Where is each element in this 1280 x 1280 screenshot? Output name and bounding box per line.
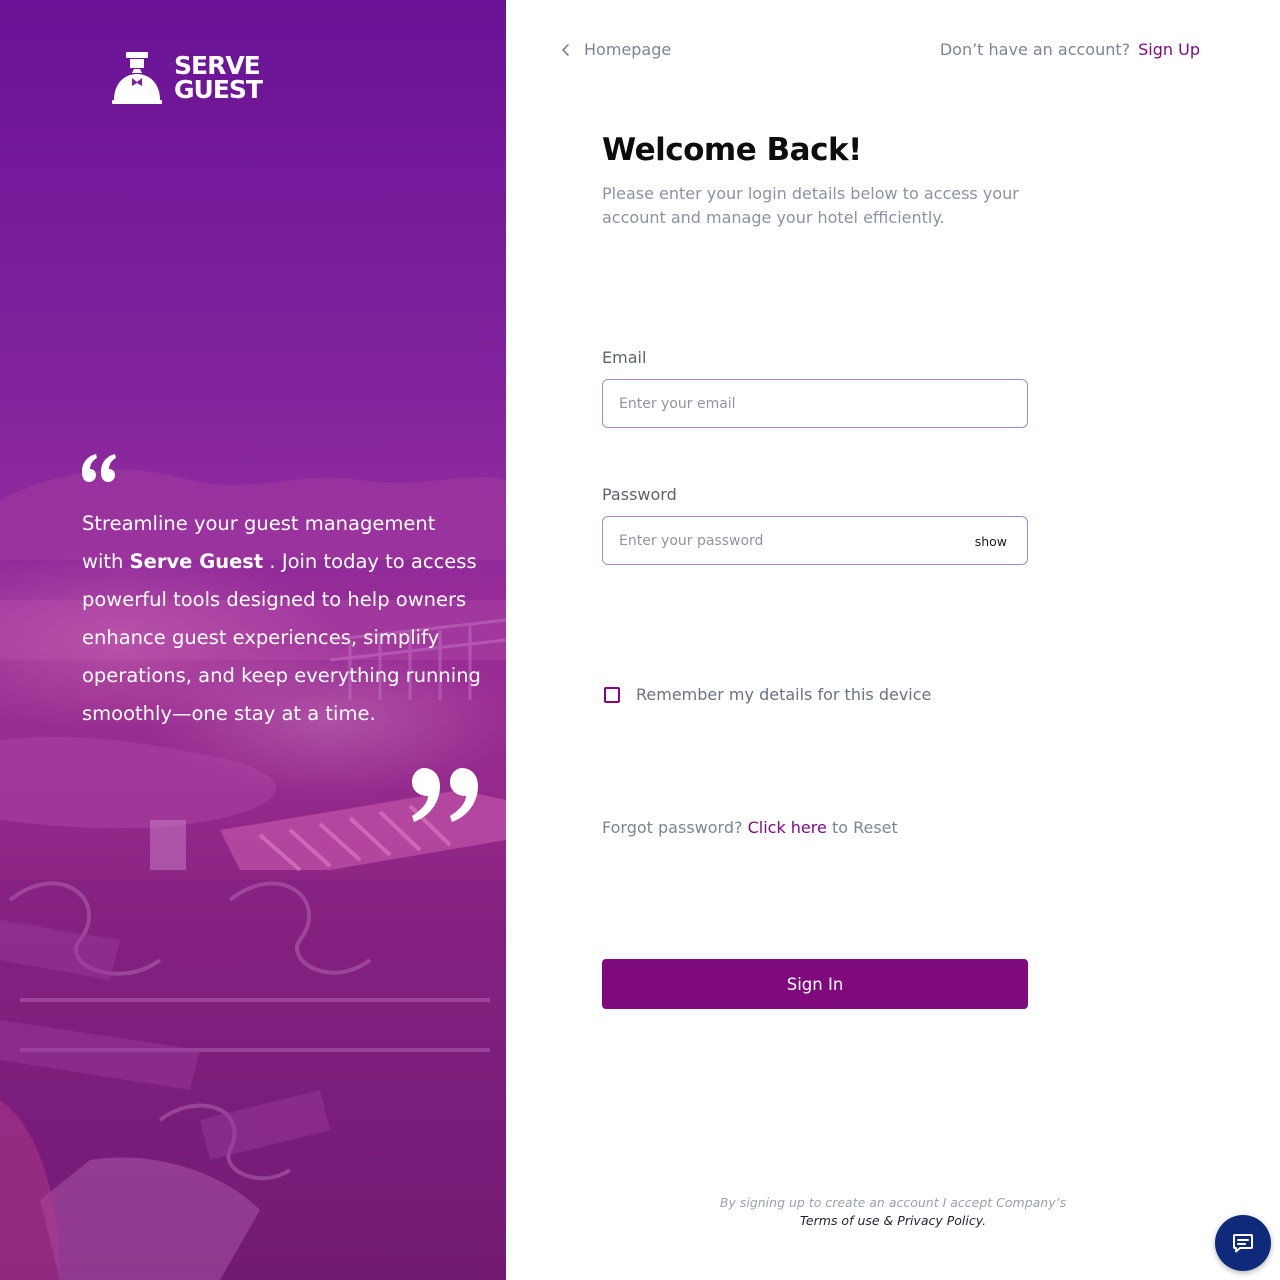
email-input[interactable] (619, 395, 1011, 412)
quote-close-icon (412, 768, 478, 822)
page-title: Welcome Back! (602, 132, 862, 168)
homepage-link[interactable]: Homepage (560, 40, 671, 59)
butler-icon (112, 52, 162, 104)
forgot-password-suffix: to Reset (831, 818, 898, 837)
quote-open-icon (82, 454, 116, 482)
forgot-password-row: Forgot password? Click here to Reset (602, 818, 898, 837)
chat-button[interactable] (1215, 1215, 1271, 1271)
chat-icon (1233, 1234, 1253, 1253)
brand-logo: SERVE GUEST (112, 52, 274, 104)
quote-brand: Serve Guest (129, 550, 264, 573)
remember-me-row: Remember my details for this device (604, 685, 931, 704)
chevron-left-icon (562, 43, 569, 56)
password-input[interactable] (619, 532, 1011, 549)
terms-notice: By signing up to create an account I acc… (700, 1194, 1086, 1230)
signup-link[interactable]: Sign Up (1138, 40, 1200, 59)
privacy-policy-link[interactable]: Privacy Policy (897, 1213, 982, 1228)
signup-prompt-text: Don’t have an account? (939, 40, 1131, 59)
signup-prompt-row: Don’t have an account? Sign Up (940, 40, 1200, 59)
terms-intro: By signing up to create an account I acc… (719, 1195, 1067, 1210)
terms-separator: & (879, 1213, 898, 1228)
forgot-password-prefix: Forgot password? (602, 818, 743, 837)
remember-me-checkbox[interactable] (604, 686, 620, 703)
homepage-label: Homepage (584, 40, 672, 59)
brand-line-2: GUEST (174, 75, 263, 104)
password-field-wrapper: show (602, 516, 1028, 565)
email-label: Email (602, 348, 647, 367)
quote-text-end: . Join today to access powerful tools de… (82, 550, 481, 725)
testimonial-quote: Streamline your guest management with Se… (82, 505, 482, 733)
email-field-wrapper (602, 379, 1028, 428)
terms-period: . (982, 1213, 987, 1228)
terms-of-use-link[interactable]: Terms of use (800, 1213, 880, 1228)
brand-wordmark: SERVE GUEST (174, 53, 274, 104)
hero-panel: SERVE GUEST Streamline your guest manage… (0, 0, 506, 1280)
show-password-toggle[interactable]: show (975, 534, 1007, 549)
remember-me-label: Remember my details for this device (636, 685, 932, 704)
page-subtitle: Please enter your login details below to… (602, 184, 1019, 227)
password-label: Password (602, 485, 677, 504)
terms-links: Terms of use & Privacy Policy. (700, 1212, 1086, 1230)
sign-in-button[interactable]: Sign In (602, 959, 1028, 1009)
reset-password-link[interactable]: Click here (748, 818, 827, 837)
